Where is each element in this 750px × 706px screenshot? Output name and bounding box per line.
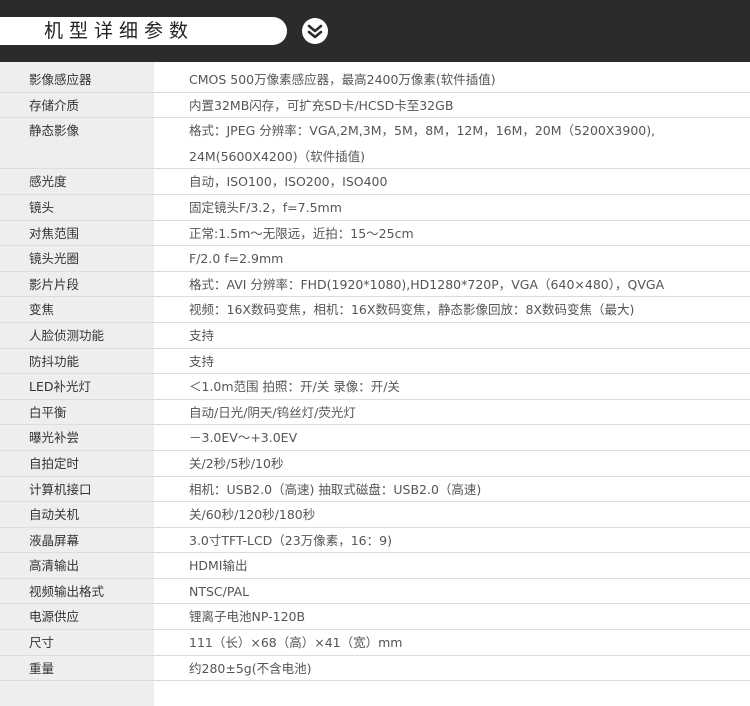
page-title: 机型详细参数 [44,20,195,42]
spec-value: 3.0寸TFT-LCD（23万像素，16：9) [189,532,392,548]
spec-label: 自动关机 [29,507,80,523]
spec-label: 计算机接口 [29,481,92,497]
spec-label: 影像感应器 [29,72,92,87]
double-chevron-down-icon[interactable] [301,17,329,45]
spec-value: 支持 [189,353,215,369]
spec-value: HDMI输出 [189,558,248,574]
spec-label: 变焦 [29,302,55,318]
spec-row: 自动关机 关/60秒/120秒/180秒 [0,502,750,528]
spec-row: 变焦 视频：16X数码变焦，相机：16X数码变焦，静态影像回放：8X数码变焦（最大… [0,297,750,323]
spec-row: 对焦范围 正常:1.5m～无限远，近拍：15～25cm [0,221,750,247]
spec-value: 锂离子电池NP-120B [189,609,306,625]
spec-label: 对焦范围 [29,225,80,241]
spec-label: 高清输出 [29,558,80,574]
spec-value: NTSC/PAL [189,583,250,599]
spec-value: 格式：JPEG 分辨率：VGA,2M,3M，5M，8M，12M，16M，20M（… [189,123,656,164]
spec-value: －3.0EV～+3.0EV [189,430,298,446]
spec-value: 固定镜头F/3.2，f=7.5mm [189,199,342,215]
spec-label: 镜头 [29,199,55,215]
spec-row: 镜头 固定镜头F/3.2，f=7.5mm [0,195,750,221]
spec-row: 重量 约280±5g(不含电池) [0,656,750,682]
spec-row: 镜头光圈 F/2.0 f=2.9mm [0,246,750,272]
spec-row: 人脸侦测功能 支持 [0,323,750,349]
spec-row: 液晶屏幕 3.0寸TFT-LCD（23万像素，16：9) [0,528,750,554]
spec-label: 电源供应 [29,609,80,625]
spec-label: 镜头光圈 [29,251,80,267]
spec-row: 视频输出格式 NTSC/PAL [0,579,750,605]
spec-label: 尺寸 [29,635,55,651]
spec-label: 感光度 [29,174,67,190]
spec-row: LED补光灯 ＜1.0m范围 拍照：开/关 录像：开/关 [0,374,750,400]
spec-row: 白平衡 自动/日光/阴天/钨丝灯/荧光灯 [0,400,750,426]
spec-label: 人脸侦测功能 [29,327,105,343]
spec-value: 支持 [189,327,215,343]
spec-value: 约280±5g(不含电池) [189,660,312,676]
spec-label: 液晶屏幕 [29,532,80,548]
spec-row: 影像感应器 CMOS 500万像素感应器，最高2400万像素(软件插值) [0,67,750,93]
header-bar: 机型详细参数 [0,0,750,62]
spec-value: CMOS 500万像素感应器，最高2400万像素(软件插值) [189,72,496,87]
spec-value: F/2.0 f=2.9mm [189,251,284,267]
spec-row: 感光度 自动，ISO100，ISO200，ISO400 [0,169,750,195]
title-tab: 机型详细参数 [0,17,287,45]
spec-row: 静态影像 格式：JPEG 分辨率：VGA,2M,3M，5M，8M，12M，16M，… [0,118,750,170]
spec-row: 影片片段 格式：AVI 分辨率：FHD(1920*1080),HD1280*720… [0,272,750,298]
spec-label: 白平衡 [29,404,67,420]
spec-row: 计算机接口 相机：USB2.0（高速) 抽取式磁盘：USB2.0（高速) [0,477,750,503]
spec-value: 格式：AVI 分辨率：FHD(1920*1080),HD1280*720P，VG… [189,276,665,292]
spec-value: 关/2秒/5秒/10秒 [189,455,284,471]
spec-table: 影像感应器 CMOS 500万像素感应器，最高2400万像素(软件插值) 存储介质 内… [0,62,750,682]
spec-row: 电源供应 锂离子电池NP-120B [0,604,750,631]
spec-label: 静态影像 [29,123,80,139]
spec-row: 存储介质 内置32MB闪存，可扩充SD卡/HCSD卡至32GB [0,93,750,119]
spec-value: 正常:1.5m～无限远，近拍：15～25cm [189,225,414,241]
spec-label: LED补光灯 [29,379,91,395]
spec-value: 关/60秒/120秒/180秒 [189,507,316,523]
spec-row: 高清输出 HDMI输出 [0,553,750,579]
spec-value: 111（长）×68（高）×41（宽）mm [189,635,403,651]
spec-label: 影片片段 [29,276,80,292]
spec-label: 视频输出格式 [29,583,105,599]
spec-value: 自动/日光/阴天/钨丝灯/荧光灯 [189,404,356,420]
spec-label: 防抖功能 [29,353,80,369]
spec-row: 防抖功能 支持 [0,349,750,375]
spec-value: 自动，ISO100，ISO200，ISO400 [189,174,388,190]
spec-value: 相机：USB2.0（高速) 抽取式磁盘：USB2.0（高速) [189,481,482,497]
spec-value: 内置32MB闪存，可扩充SD卡/HCSD卡至32GB [189,97,454,113]
spec-row: 曝光补尝 －3.0EV～+3.0EV [0,425,750,451]
spec-value: ＜1.0m范围 拍照：开/关 录像：开/关 [189,379,400,395]
spec-label: 重量 [29,660,55,676]
spec-label: 自拍定时 [29,455,80,471]
spec-row: 尺寸 111（长）×68（高）×41（宽）mm [0,630,750,656]
spec-label: 存储介质 [29,97,80,113]
spec-value: 视频：16X数码变焦，相机：16X数码变焦，静态影像回放：8X数码变焦（最大) [189,302,635,318]
spec-label: 曝光补尝 [29,430,80,446]
spec-row: 自拍定时 关/2秒/5秒/10秒 [0,451,750,477]
